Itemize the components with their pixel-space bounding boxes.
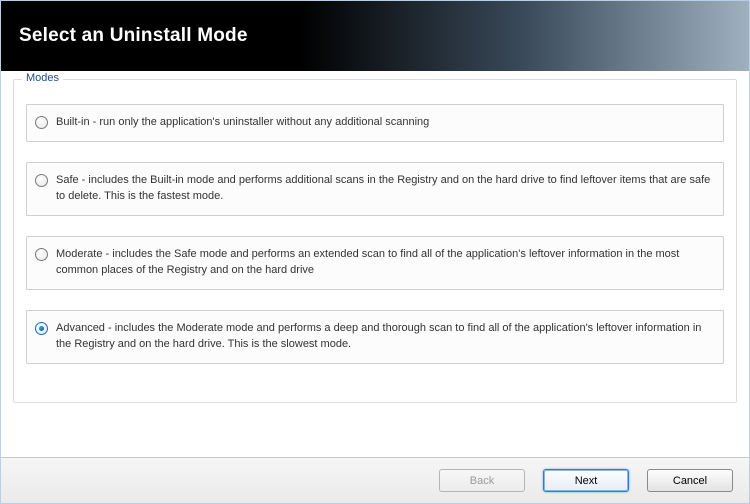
groupbox-label: Modes: [22, 72, 63, 84]
next-button[interactable]: Next: [543, 469, 629, 492]
option-label-moderate: Moderate - includes the Safe mode and pe…: [56, 247, 713, 279]
modes-groupbox: Modes Built-in - run only the applicatio…: [13, 79, 737, 403]
content-area: Modes Built-in - run only the applicatio…: [1, 71, 749, 403]
option-label-safe: Safe - includes the Built-in mode and pe…: [56, 173, 713, 205]
radio-moderate[interactable]: [35, 248, 48, 261]
option-advanced[interactable]: Advanced - includes the Moderate mode an…: [26, 310, 724, 364]
option-label-advanced: Advanced - includes the Moderate mode an…: [56, 321, 713, 353]
radio-builtin[interactable]: [35, 116, 48, 129]
page-title: Select an Uninstall Mode: [19, 25, 248, 47]
option-builtin[interactable]: Built-in - run only the application's un…: [26, 104, 724, 142]
dialog-footer: Back Next Cancel: [1, 457, 749, 503]
option-label-builtin: Built-in - run only the application's un…: [56, 115, 429, 131]
dialog-header: Select an Uninstall Mode: [1, 1, 749, 71]
back-button[interactable]: Back: [439, 469, 525, 492]
radio-advanced[interactable]: [35, 322, 48, 335]
option-safe[interactable]: Safe - includes the Built-in mode and pe…: [26, 162, 724, 216]
radio-safe[interactable]: [35, 174, 48, 187]
option-moderate[interactable]: Moderate - includes the Safe mode and pe…: [26, 236, 724, 290]
cancel-button[interactable]: Cancel: [647, 469, 733, 492]
